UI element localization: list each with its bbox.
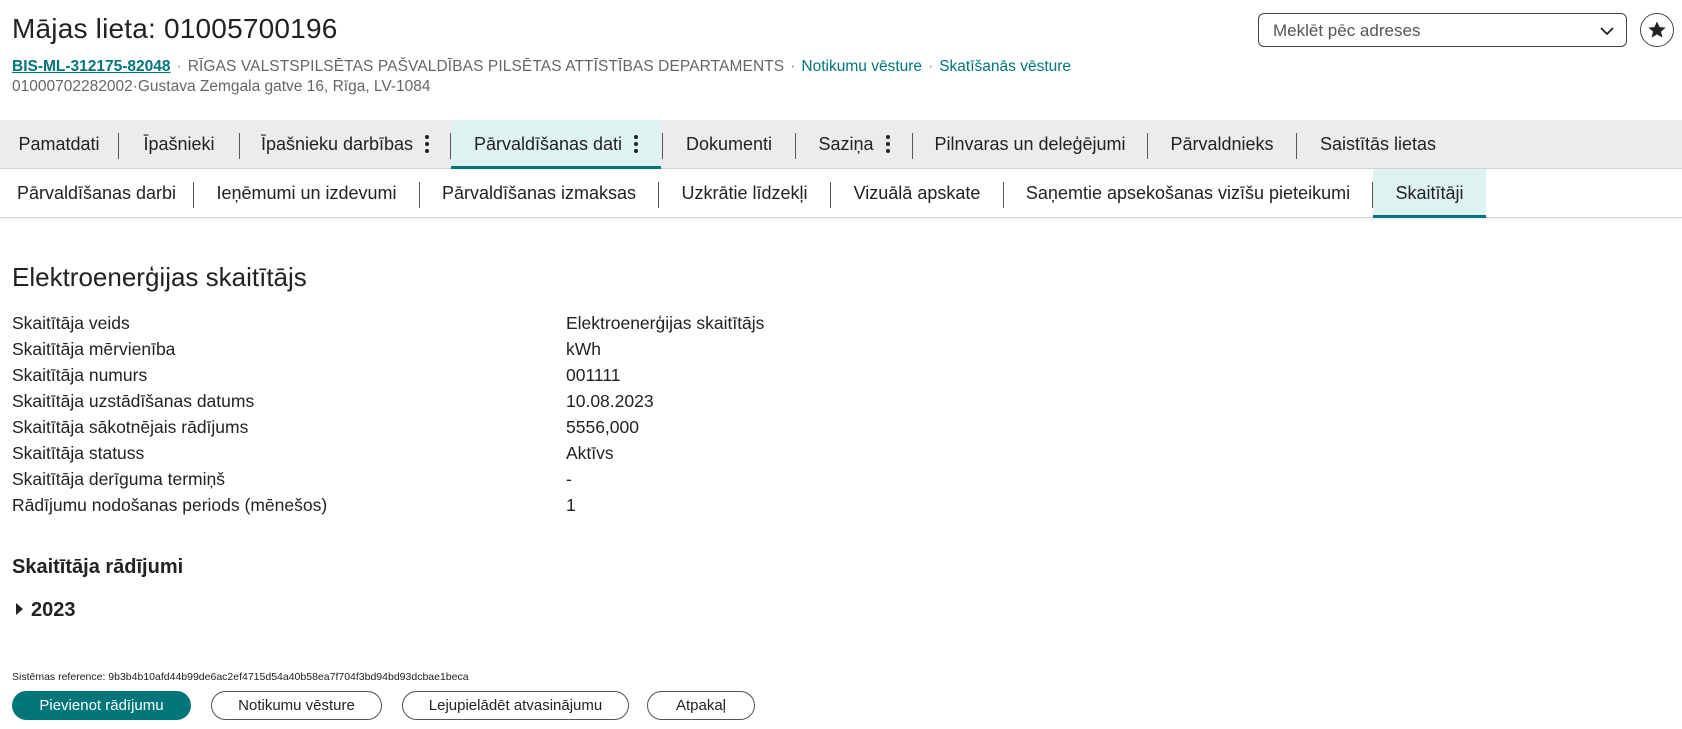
event-history-link[interactable]: Notikumu vēsture [801,58,922,75]
page-title: Mājas lieta: 01005700196 [12,13,338,44]
caret-right-icon [16,603,23,615]
separator: · [928,58,934,75]
kebab-menu-icon[interactable] [634,135,639,153]
detail-value: Elektroenerģijas skaitītājs [566,313,765,333]
tab-ipasnieki[interactable]: Īpašnieki [119,120,239,169]
address-line: 01000702282002·Gustava Zemgala gatve 16,… [12,77,1112,97]
tab-parvaldisanas-dati[interactable]: Pārvaldīšanas dati [451,120,661,169]
page-header: Mājas lieta: 01005700196 BIS-ML-312175-8… [12,12,1112,97]
meter-section-title: Elektroenerģijas skaitītājs [12,262,307,292]
year-label: 2023 [31,599,76,621]
detail-value: 1 [566,495,576,515]
subtab-parvaldisanas-darbi[interactable]: Pārvaldīšanas darbi [0,169,193,218]
star-icon [1648,21,1666,38]
subtab-label: Pārvaldīšanas darbi [16,183,177,203]
tab-label: Īpašnieki [143,134,215,154]
department-name: RĪGAS VALSTSPILSĒTAS PAŠVALDĪBAS PILSĒTA… [187,58,785,75]
case-meta-line: BIS-ML-312175-82048 · RĪGAS VALSTSPILSĒTAS… [12,57,1112,77]
case-ref-link[interactable]: BIS-ML-312175-82048 [12,58,171,75]
tab-sazina[interactable]: Saziņa [796,120,912,169]
detail-label: Skaitītāja sākotnējais rādījums [12,417,249,437]
tab-parvaldnieks[interactable]: Pārvaldnieks [1148,120,1296,169]
tab-label: Pilnvaras un deleģējumi [934,134,1126,154]
detail-value: 10.08.2023 [566,391,654,411]
detail-value: 001111 [566,365,621,385]
subtab-label: Ieņēmumi un izdevumi [216,183,397,203]
detail-value: - [566,469,572,489]
event-history-button[interactable]: Notikumu vēsture [211,691,382,720]
detail-label: Skaitītāja statuss [12,443,145,463]
favorite-button[interactable] [1640,13,1674,47]
tab-saistitas-lietas[interactable]: Saistītās lietas [1297,120,1459,169]
tab-label: Saziņa [818,134,874,154]
detail-row: Rādījumu nodošanas periods (mēnešos) 1 [12,495,912,521]
year-expander[interactable]: 2023 [16,599,76,622]
tab-label: Dokumenti [685,134,773,154]
tab-pilnvaras[interactable]: Pilnvaras un deleģējumi [913,120,1147,169]
subtab-label: Saņemtie apsekošanas vizīšu pieteikumi [1025,183,1351,203]
subtab-label: Vizuālā apskate [853,183,981,203]
tab-label: Īpašnieku darbības [260,134,414,154]
detail-value: 5556,000 [566,417,639,437]
subtab-label: Uzkrātie līdzekļi [681,183,808,203]
kebab-menu-icon[interactable] [885,135,890,153]
subtab-vizuala-apskate[interactable]: Vizuālā apskate [831,169,1003,218]
detail-value: Aktīvs [566,443,614,463]
detail-label: Skaitītāja veids [12,313,130,333]
download-extract-button[interactable]: Lejupielādēt atvasinājumu [402,691,629,720]
meter-details: Skaitītāja veids Elektroenerģijas skaitīt… [12,313,912,521]
sub-tabs: Pārvaldīšanas darbi Ieņēmumi un izdevumi… [0,169,1682,218]
readings-title: Skaitītāja rādījumi [12,556,184,578]
tab-ipasnieku-darbibas[interactable]: Īpašnieku darbības [240,120,450,169]
subtab-skaititaji[interactable]: Skaitītāji [1373,169,1486,218]
tab-label: Pārvaldīšanas dati [473,134,623,154]
tab-label: Pamatdati [18,134,100,154]
subtab-uzkratie-lidzekli[interactable]: Uzkrātie līdzekļi [659,169,830,218]
detail-row: Skaitītāja veids Elektroenerģijas skaitīt… [12,313,912,339]
tab-dokumenti[interactable]: Dokumenti [663,120,795,169]
detail-row: Skaitītāja derīguma termiņš - [12,469,912,495]
back-button[interactable]: Atpakaļ [647,691,755,720]
detail-row: Skaitītāja uzstādīšanas datums 10.08.2023 [12,391,912,417]
subtab-apsekosanas-pieteikumi[interactable]: Saņemtie apsekošanas vizīšu pieteikumi [1004,169,1372,218]
detail-row: Skaitītāja statuss Aktīvs [12,443,912,469]
detail-label: Skaitītāja derīguma termiņš [12,469,226,489]
detail-label: Skaitītāja numurs [12,365,148,385]
detail-row: Skaitītāja sākotnējais rādījums 5556,000 [12,417,912,443]
address-search-select[interactable]: Meklēt pēc adreses [1258,13,1627,47]
detail-label: Rādījumu nodošanas periods (mēnešos) [12,495,328,515]
tab-label: Saistītās lietas [1319,134,1437,154]
separator: · [176,58,182,75]
cadastre-number: 01000702282002 [12,78,133,95]
view-history-link[interactable]: Skatīšanās vēsture [939,58,1071,75]
search-placeholder: Meklēt pēc adreses [1273,21,1421,40]
separator: · [790,58,796,75]
subtab-ienemumi-un-izdevumi[interactable]: Ieņēmumi un izdevumi [194,169,419,218]
main-tabs: Pamatdati Īpašnieki Īpašnieku darbības P… [0,120,1682,169]
subtab-label: Pārvaldīšanas izmaksas [441,183,637,203]
detail-row: Skaitītāja numurs 001111 [12,365,912,391]
detail-value: kWh [566,339,601,359]
kebab-menu-icon[interactable] [425,135,430,153]
tab-label: Pārvaldnieks [1170,134,1274,154]
subtab-parvaldisanas-izmaksas[interactable]: Pārvaldīšanas izmaksas [420,169,658,218]
subtab-label: Skaitītāji [1395,183,1464,203]
system-reference: Sistēmas reference: 9b3b4b10afd44b99de6a… [12,671,469,683]
add-reading-button[interactable]: Pievienot rādījumu [12,691,191,720]
property-address: Gustava Zemgala gatve 16, Rīga, LV-1084 [137,78,431,95]
detail-label: Skaitītāja uzstādīšanas datums [12,391,255,411]
chevron-down-icon[interactable] [1600,24,1614,38]
tab-pamatdati[interactable]: Pamatdati [0,120,118,169]
detail-label: Skaitītāja mērvienība [12,339,176,359]
detail-row: Skaitītāja mērvienība kWh [12,339,912,365]
